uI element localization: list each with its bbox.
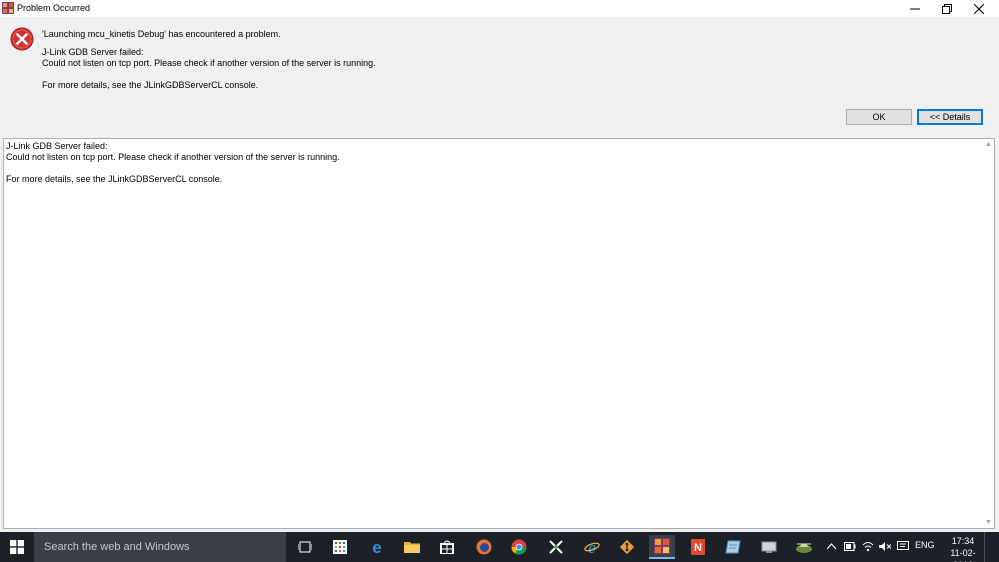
taskbar-git[interactable] [614, 535, 640, 559]
details-text-area[interactable]: J-Link GDB Server failed: Could not list… [3, 138, 995, 529]
taskbar-segger[interactable] [791, 535, 817, 559]
app-icon [2, 2, 14, 14]
start-button[interactable] [0, 532, 34, 562]
volume-muted-icon[interactable] [879, 541, 891, 552]
devices-icon [761, 541, 777, 553]
message-area: 'Launching mcu_kinetis Debug' has encoun… [0, 17, 999, 131]
taskbar-internet-explorer[interactable]: e [579, 535, 605, 559]
minimize-icon [910, 8, 920, 9]
taskbar-search-box[interactable]: Search the web and Windows [34, 532, 286, 562]
taskbar-kinetis-design-studio[interactable] [543, 535, 569, 559]
segger-icon [796, 543, 812, 553]
clock-date: 11-02-2016 [950, 548, 976, 562]
office-icon: N [691, 539, 705, 555]
taskbar-devices[interactable] [756, 535, 782, 559]
restore-icon [942, 3, 952, 14]
notepad-icon [725, 540, 741, 554]
taskbar-office[interactable]: N [685, 535, 711, 559]
details-text: J-Link GDB Server failed: Could not list… [6, 141, 340, 184]
file-explorer-icon [404, 542, 420, 553]
close-button[interactable] [963, 0, 995, 17]
details-scrollbar[interactable]: ▲ ▼ [983, 139, 994, 528]
taskbar-edge[interactable]: e [364, 535, 390, 559]
minimize-button[interactable] [899, 0, 931, 17]
input-language[interactable]: ENG [915, 540, 935, 550]
error-line-3: For more details, see the JLinkGDBServer… [42, 80, 259, 90]
edge-icon: e [372, 539, 381, 555]
eclipse-app-icon [654, 538, 670, 554]
clock-time: 17:34 [951, 536, 975, 546]
ok-button[interactable]: OK [846, 109, 912, 125]
taskbar-chrome[interactable] [506, 535, 532, 559]
task-view-button[interactable] [292, 535, 318, 559]
taskbar: Search the web and Windows e e N ENG 17:… [0, 532, 999, 562]
taskbar-clock[interactable]: 17:34 11-02-2016 [943, 535, 983, 562]
chrome-icon [511, 539, 527, 555]
wifi-icon[interactable] [862, 541, 874, 552]
store-icon [440, 540, 454, 554]
error-icon [10, 27, 34, 51]
taskbar-eclipse-active[interactable] [649, 535, 675, 559]
scroll-up-icon[interactable]: ▲ [985, 141, 992, 148]
taskbar-app-grid[interactable] [327, 535, 353, 559]
show-hidden-icons-icon[interactable] [827, 543, 836, 551]
window-title: Problem Occurred [17, 3, 91, 13]
app-grid-icon [333, 540, 347, 554]
action-center-icon[interactable] [897, 541, 909, 552]
taskbar-firefox[interactable] [471, 535, 497, 559]
error-line-1: J-Link GDB Server failed: [42, 47, 144, 57]
git-icon [619, 539, 635, 555]
ie-icon: e [584, 539, 600, 555]
scroll-down-icon[interactable]: ▼ [985, 519, 992, 526]
close-icon [974, 3, 984, 14]
error-line-2: Could not listen on tcp port. Please che… [42, 58, 376, 68]
taskbar-file-explorer[interactable] [399, 535, 425, 559]
show-desktop-button[interactable] [984, 532, 999, 562]
svg-text:e: e [588, 539, 596, 555]
firefox-icon [476, 539, 492, 555]
task-view-icon [298, 541, 312, 553]
taskbar-notepad[interactable] [720, 535, 746, 559]
svg-text:N: N [694, 542, 702, 554]
windows-logo-icon [10, 540, 24, 554]
battery-icon[interactable] [844, 542, 856, 551]
details-toggle-button[interactable]: << Details [917, 109, 983, 125]
svg-text:e: e [372, 539, 381, 555]
search-placeholder: Search the web and Windows [44, 541, 190, 553]
taskbar-store[interactable] [434, 535, 460, 559]
error-headline: 'Launching mcu_kinetis Debug' has encoun… [42, 29, 281, 39]
title-bar: Problem Occurred [0, 0, 999, 17]
restore-button[interactable] [931, 0, 963, 17]
kinetis-design-studio-icon [549, 540, 563, 554]
